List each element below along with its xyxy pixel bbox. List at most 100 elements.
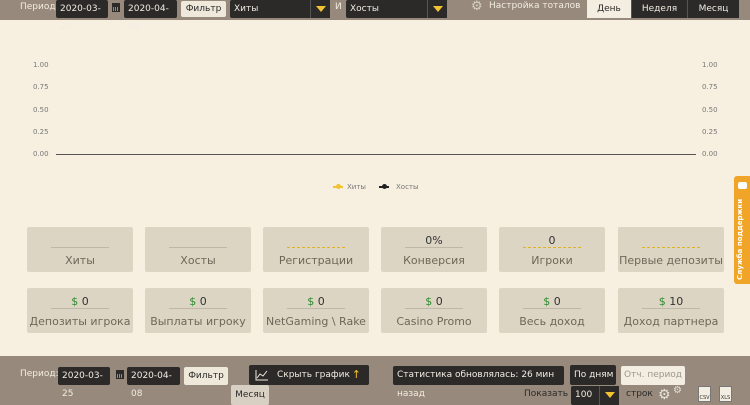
csv-label: CSV bbox=[699, 395, 710, 401]
card-value: 0% bbox=[425, 234, 443, 247]
y-tick-right: 0.25 bbox=[702, 128, 718, 136]
legend-hits-label[interactable]: Хиты bbox=[347, 183, 366, 191]
card-label: NetGaming \ Rake bbox=[266, 315, 366, 328]
card-divider bbox=[523, 247, 581, 248]
y-tick-left: 0.25 bbox=[33, 128, 49, 136]
by-days-button[interactable]: По дням bbox=[570, 365, 616, 385]
card-divider bbox=[169, 308, 227, 309]
card-value: 10 bbox=[669, 295, 684, 308]
xls-label: XLS bbox=[720, 395, 731, 401]
arrow-up-icon: ↑ bbox=[351, 368, 361, 381]
card-value: 0 bbox=[81, 295, 89, 308]
stat-card-hosts: Хосты bbox=[145, 227, 251, 272]
card-divider bbox=[405, 247, 463, 248]
card-divider bbox=[642, 247, 700, 248]
filter-button[interactable]: Фильтр bbox=[181, 1, 226, 17]
gear-small-icon[interactable]: ⚙ bbox=[673, 384, 682, 398]
support-tab[interactable]: Служба поддержки bbox=[734, 176, 750, 284]
export-xls-icon[interactable]: XLS bbox=[719, 386, 732, 402]
card-divider bbox=[287, 247, 345, 248]
stat-card-partner-income: $ 10 Доход партнера bbox=[618, 288, 724, 333]
card-value: 0 bbox=[548, 234, 556, 247]
y-tick-right: 0.75 bbox=[702, 83, 718, 91]
gear-icon[interactable]: ⚙ bbox=[471, 0, 483, 14]
card-divider bbox=[642, 308, 700, 309]
calendar-icon[interactable] bbox=[116, 370, 124, 379]
date-to-input[interactable]: 2020-04-08 bbox=[124, 0, 177, 32]
period-week-button[interactable]: Неделя bbox=[631, 0, 687, 18]
card-label: Доход партнера bbox=[623, 315, 719, 328]
gear-icon[interactable]: ⚙ bbox=[658, 388, 671, 402]
totals-settings-link[interactable]: Настройка тоталов bbox=[489, 1, 580, 11]
support-label: Служба поддержки bbox=[736, 198, 744, 280]
period-month-button[interactable]: Месяц bbox=[687, 0, 739, 18]
date-to-input[interactable]: 2020-04-08 bbox=[127, 367, 180, 399]
card-label: Регистрации bbox=[278, 254, 354, 267]
stat-card-conversion: 0% Конверсия bbox=[381, 227, 487, 272]
calendar-icon[interactable] bbox=[112, 3, 120, 12]
card-divider bbox=[51, 308, 109, 309]
stat-card-player-payouts: $ 0 Выплаты игроку bbox=[145, 288, 251, 333]
y-tick-left: 0.50 bbox=[33, 106, 49, 114]
date-from-input[interactable]: 2020-03-25 bbox=[58, 367, 110, 399]
legend-hosts-label[interactable]: Хосты bbox=[396, 183, 419, 191]
x-axis-line bbox=[56, 154, 696, 155]
card-label: Весь доход bbox=[519, 315, 585, 328]
export-csv-icon[interactable]: CSV bbox=[698, 386, 711, 402]
chart-icon bbox=[255, 370, 268, 381]
card-label: Хосты bbox=[180, 254, 216, 267]
card-label: Выплаты игроку bbox=[150, 315, 246, 328]
y-tick-left: 1.00 bbox=[33, 61, 49, 69]
stat-card-first-deposits: Первые депозиты bbox=[618, 227, 724, 272]
card-label: Депозиты игрока bbox=[29, 315, 131, 328]
currency-sign: $ bbox=[658, 295, 666, 308]
card-divider bbox=[169, 247, 227, 248]
stat-card-netgaming-rake: $ 0 NetGaming \ Rake bbox=[263, 288, 369, 333]
card-value: 0 bbox=[199, 295, 207, 308]
card-divider bbox=[405, 308, 463, 309]
legend-hits-dot bbox=[336, 184, 341, 189]
report-period-button[interactable]: Отч. период bbox=[621, 366, 685, 385]
chevron-down-icon[interactable] bbox=[427, 0, 447, 18]
y-tick-right: 1.00 bbox=[702, 61, 718, 69]
card-divider bbox=[523, 308, 581, 309]
card-divider bbox=[51, 247, 109, 248]
currency-sign: $ bbox=[189, 295, 197, 308]
chevron-down-icon[interactable] bbox=[310, 0, 330, 18]
card-label: Конверсия bbox=[403, 254, 465, 267]
and-label: И bbox=[335, 2, 342, 12]
hide-chart-label: Скрыть график bbox=[277, 370, 350, 380]
date-from-input[interactable]: 2020-03-25 bbox=[56, 0, 108, 32]
rows-per-page-select[interactable]: 100 bbox=[571, 386, 619, 405]
y-tick-left: 0.75 bbox=[33, 83, 49, 91]
currency-sign: $ bbox=[307, 295, 315, 308]
card-value: 0 bbox=[435, 295, 443, 308]
metric2-select[interactable]: Хосты bbox=[346, 0, 447, 18]
metric1-select[interactable]: Хиты bbox=[230, 0, 330, 18]
period-label: Период: bbox=[20, 369, 59, 379]
stat-card-player-deposits: $ 0 Депозиты игрока bbox=[27, 288, 133, 333]
rows-label: строк bbox=[626, 389, 653, 399]
rows-value: 100 bbox=[575, 390, 593, 400]
y-tick-left: 0.00 bbox=[33, 150, 49, 158]
month-button[interactable]: Месяц bbox=[231, 385, 269, 405]
period-day-button[interactable]: День bbox=[587, 0, 631, 18]
card-label: Первые депозиты bbox=[619, 254, 723, 267]
card-divider bbox=[287, 308, 345, 309]
card-label: Casino Promo bbox=[396, 315, 472, 328]
metric2-value: Хосты bbox=[350, 4, 379, 14]
stat-card-total-income: $ 0 Весь доход bbox=[499, 288, 605, 333]
card-value: 0 bbox=[553, 295, 561, 308]
chevron-down-icon[interactable] bbox=[599, 386, 619, 405]
filter-button[interactable]: Фильтр bbox=[184, 367, 228, 385]
card-label: Хиты bbox=[65, 254, 95, 267]
currency-sign: $ bbox=[425, 295, 433, 308]
show-label: Показать bbox=[524, 389, 569, 399]
stat-card-registrations: Регистрации bbox=[263, 227, 369, 272]
y-tick-right: 0.00 bbox=[702, 150, 718, 158]
hide-chart-button[interactable]: Скрыть график ↑ bbox=[249, 365, 369, 385]
metric1-value: Хиты bbox=[234, 4, 259, 14]
period-label: Период: bbox=[20, 2, 59, 12]
card-value: 0 bbox=[317, 295, 325, 308]
stat-card-players: 0 Игроки bbox=[499, 227, 605, 272]
